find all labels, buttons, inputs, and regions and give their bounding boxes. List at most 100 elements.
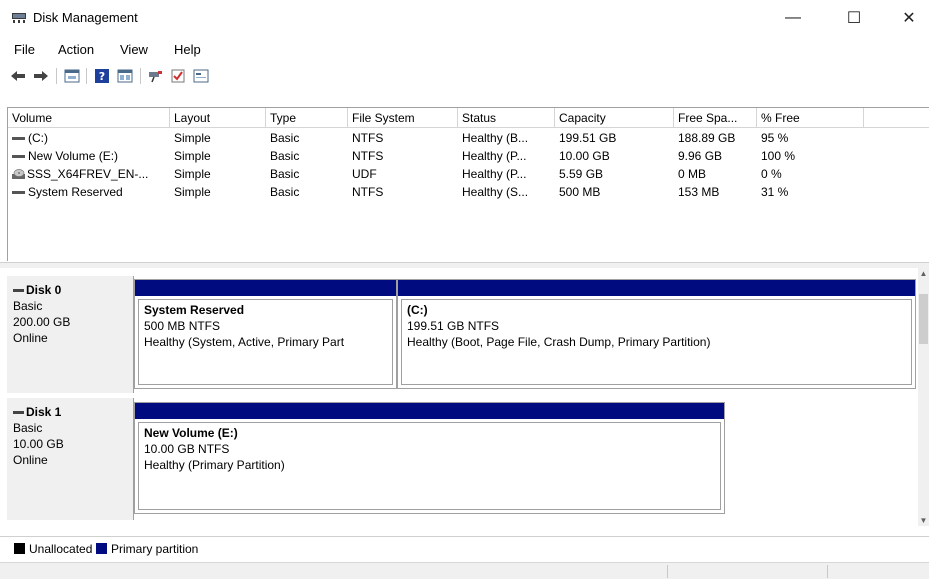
- primary-partition-swatch-icon: [96, 543, 107, 555]
- properties-icon: [64, 69, 80, 83]
- partition-details: New Volume (E:) 10.00 GB NTFS Healthy (P…: [138, 422, 721, 510]
- connect-button[interactable]: [147, 67, 165, 85]
- vertical-scrollbar[interactable]: ▲ ▼: [918, 268, 929, 526]
- partition-type-bar: [135, 280, 396, 296]
- column-header-file-system[interactable]: File System: [348, 108, 458, 128]
- help-icon: ?: [95, 69, 109, 83]
- menu-file[interactable]: File: [14, 42, 35, 57]
- disk-name: Disk 0: [26, 283, 62, 297]
- table-row[interactable]: New Volume (E:) Simple Basic NTFS Health…: [8, 147, 929, 165]
- minimize-button[interactable]: —: [770, 4, 816, 32]
- volume-cell: SSS_X64FREV_EN-...: [8, 165, 170, 183]
- disk-0-label[interactable]: Disk 0 Basic 200.00 GB Online: [7, 276, 134, 393]
- volume-cell: New Volume (E:): [8, 147, 170, 165]
- legend: Unallocated Primary partition: [0, 536, 929, 560]
- scroll-up-icon[interactable]: ▲: [918, 268, 929, 279]
- console-button[interactable]: [192, 67, 210, 85]
- volume-name: New Volume (E:): [28, 149, 119, 163]
- drive-icon: [12, 191, 25, 195]
- partition-details: (C:) 199.51 GB NTFS Healthy (Boot, Page …: [401, 299, 912, 385]
- status-cell: Healthy (P...: [462, 149, 527, 163]
- column-header-status[interactable]: Status: [458, 108, 555, 128]
- close-button[interactable]: ✕: [886, 4, 929, 32]
- partition-name: (C:): [407, 303, 428, 317]
- free-space-cell: 9.96 GB: [678, 149, 723, 163]
- volume-name: System Reserved: [28, 185, 123, 199]
- column-header-volume[interactable]: Volume: [8, 108, 170, 128]
- table-row[interactable]: System Reserved Simple Basic NTFS Health…: [8, 183, 929, 201]
- partition-size-fs: 10.00 GB NTFS: [144, 442, 230, 456]
- console-icon: [193, 69, 209, 83]
- disk-type: Basic: [13, 299, 43, 313]
- partition-status: Healthy (System, Active, Primary Part: [144, 335, 345, 349]
- layout-cell: Simple: [174, 167, 211, 181]
- free-space-cell: 153 MB: [678, 185, 720, 199]
- back-icon: [11, 71, 25, 81]
- type-cell: Basic: [270, 149, 300, 163]
- disk-name: Disk 1: [26, 405, 62, 419]
- check-button[interactable]: [169, 67, 187, 85]
- status-separator: [827, 565, 828, 578]
- partition-size-fs: 199.51 GB NTFS: [407, 319, 500, 333]
- column-header-percent-free[interactable]: % Free: [757, 108, 864, 128]
- volume-cell: (C:): [8, 129, 170, 147]
- disk-1-label[interactable]: Disk 1 Basic 10.00 GB Online: [7, 398, 134, 520]
- column-header-layout[interactable]: Layout: [170, 108, 266, 128]
- table-row[interactable]: SSS_X64FREV_EN-... Simple Basic UDF Heal…: [8, 165, 929, 183]
- toolbar-separator: [86, 68, 87, 84]
- menu-help[interactable]: Help: [174, 42, 201, 57]
- column-header-free-space[interactable]: Free Spa...: [674, 108, 757, 128]
- volume-list-header: Volume Layout Type File System Status Ca…: [8, 108, 929, 128]
- back-button[interactable]: [9, 67, 27, 85]
- toolbar: ?: [0, 64, 929, 88]
- percent-free-cell: 100 %: [761, 149, 796, 163]
- properties-button[interactable]: [63, 67, 81, 85]
- scrollbar-thumb[interactable]: [919, 294, 928, 344]
- help-button[interactable]: ?: [93, 67, 111, 85]
- partition-system-reserved[interactable]: System Reserved 500 MB NTFS Healthy (Sys…: [134, 279, 397, 389]
- scroll-down-icon[interactable]: ▼: [918, 515, 929, 526]
- menu-view[interactable]: View: [120, 42, 148, 57]
- view-button[interactable]: [116, 67, 134, 85]
- connect-icon: [149, 71, 162, 83]
- layout-cell: Simple: [174, 149, 211, 163]
- partition-type-bar: [398, 280, 915, 296]
- disk-type: Basic: [13, 421, 43, 435]
- disk-state: Online: [13, 453, 48, 467]
- disk-title: Disk 1: [13, 404, 133, 420]
- cd-drive-icon: [12, 169, 25, 180]
- column-header-type[interactable]: Type: [266, 108, 348, 128]
- disk-state: Online: [13, 331, 48, 345]
- status-separator: [667, 565, 668, 578]
- partition-name: System Reserved: [144, 303, 245, 317]
- capacity-cell: 199.51 GB: [559, 131, 617, 145]
- free-space-cell: 0 MB: [678, 167, 707, 181]
- disk-management-icon: [12, 13, 26, 23]
- partition-type-bar: [135, 403, 724, 419]
- partition-details: System Reserved 500 MB NTFS Healthy (Sys…: [138, 299, 393, 385]
- partition-size-fs: 500 MB NTFS: [144, 319, 221, 333]
- forward-icon: [34, 71, 48, 81]
- partition-name: New Volume (E:): [144, 426, 238, 440]
- partition-c[interactable]: (C:) 199.51 GB NTFS Healthy (Boot, Page …: [397, 279, 916, 389]
- legend-label: Primary partition: [111, 542, 199, 556]
- column-header-capacity[interactable]: Capacity: [555, 108, 674, 128]
- maximize-button[interactable]: ☐: [831, 4, 877, 32]
- toolbar-separator: [140, 68, 141, 84]
- window-title: Disk Management: [33, 10, 138, 25]
- type-cell: Basic: [270, 185, 300, 199]
- layout-cell: Simple: [174, 131, 211, 145]
- forward-button[interactable]: [32, 67, 50, 85]
- close-icon: ✕: [902, 10, 916, 27]
- disk-size: 10.00 GB: [13, 437, 64, 451]
- partition-status: Healthy (Boot, Page File, Crash Dump, Pr…: [407, 335, 711, 349]
- disk-size: 200.00 GB: [13, 315, 71, 329]
- capacity-cell: 5.59 GB: [559, 167, 604, 181]
- menu-action[interactable]: Action: [58, 42, 94, 57]
- drive-icon: [12, 137, 25, 141]
- disk-graph-view: Disk 0 Basic 200.00 GB Online System Res…: [7, 268, 929, 528]
- partition-e[interactable]: New Volume (E:) 10.00 GB NTFS Healthy (P…: [134, 402, 725, 514]
- file-system-cell: NTFS: [352, 131, 384, 145]
- legend-label: Unallocated: [29, 542, 93, 556]
- table-row[interactable]: (C:) Simple Basic NTFS Healthy (B... 199…: [8, 129, 929, 147]
